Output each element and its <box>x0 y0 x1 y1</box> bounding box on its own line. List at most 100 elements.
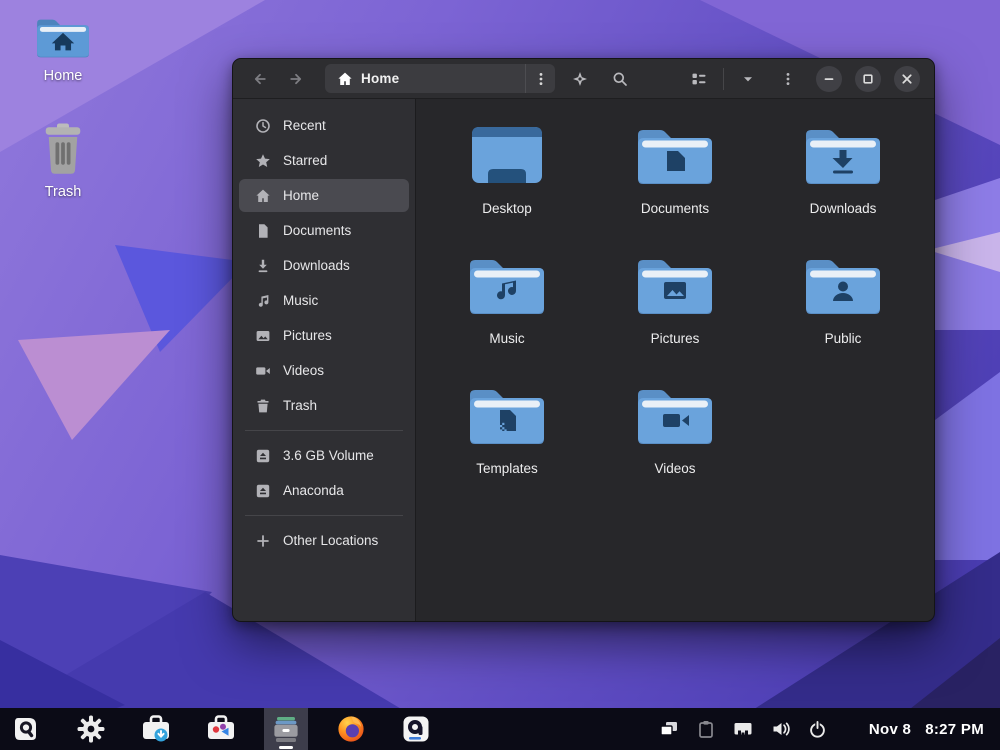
sidebar-item-label: Trash <box>283 398 317 413</box>
taskbar-app-installer[interactable] <box>394 708 438 750</box>
workspace-switcher-icon[interactable] <box>658 719 680 739</box>
folder-name: Templates <box>476 461 538 476</box>
maximize-button[interactable] <box>855 66 881 92</box>
kebab-menu-icon <box>533 71 549 87</box>
path-bar[interactable]: Home <box>325 64 555 93</box>
clock-icon <box>255 118 271 134</box>
sidebar-item-label: Recent <box>283 118 326 133</box>
system-tray <box>658 719 843 739</box>
view-toggle-button[interactable] <box>684 64 714 94</box>
folder-item-public[interactable]: Public <box>759 255 927 385</box>
desktop-icon-label: Home <box>44 68 83 84</box>
home-icon <box>337 71 353 87</box>
close-button[interactable] <box>894 66 920 92</box>
sidebar-item-label: Anaconda <box>283 483 344 498</box>
videocam-folder-icon <box>634 385 716 449</box>
toolbox-apps-icon <box>205 714 237 744</box>
arrow-left-icon <box>252 71 268 87</box>
maximize-icon <box>860 71 876 87</box>
sidebar-item-starred[interactable]: Starred <box>239 144 409 177</box>
sidebar: Recent Starred Home Documents Downloads … <box>233 99 416 621</box>
desktop-icon-home[interactable]: Home <box>21 16 105 84</box>
clock[interactable]: Nov 8 8:27 PM <box>869 721 1000 738</box>
folder-name: Music <box>489 331 524 346</box>
music-note-icon <box>255 293 271 309</box>
drive-icon <box>255 448 271 464</box>
taskbar-app-files[interactable] <box>264 708 308 750</box>
power-icon[interactable] <box>808 720 827 739</box>
headerbar: Home <box>233 59 934 99</box>
search-icon <box>612 71 628 87</box>
sidebar-item-volume-0[interactable]: 3.6 GB Volume <box>239 439 409 472</box>
star-location-button[interactable] <box>565 64 595 94</box>
sidebar-item-volume-1[interactable]: Anaconda <box>239 474 409 507</box>
folder-name: Videos <box>654 461 695 476</box>
sidebar-item-documents[interactable]: Documents <box>239 214 409 247</box>
folder-item-pictures[interactable]: Pictures <box>591 255 759 385</box>
list-view-icon <box>691 71 707 87</box>
taskbar-app-software-install[interactable] <box>134 708 178 750</box>
window-body: Recent Starred Home Documents Downloads … <box>233 99 934 621</box>
home-folder-icon <box>35 16 91 61</box>
path-menu-button[interactable] <box>525 64 555 93</box>
taskbar-app-software-store[interactable] <box>199 708 243 750</box>
date-label: Nov 8 <box>869 721 911 738</box>
close-icon <box>899 71 915 87</box>
network-icon[interactable] <box>732 720 754 738</box>
desktop-icon-label: Trash <box>45 184 82 200</box>
toolbox-download-icon <box>140 714 172 744</box>
sidebar-item-label: Starred <box>283 153 327 168</box>
minimize-button[interactable] <box>816 66 842 92</box>
sidebar-item-label: Downloads <box>283 258 350 273</box>
activities-search-icon <box>11 714 41 744</box>
folder-item-documents[interactable]: Documents <box>591 125 759 255</box>
sidebar-separator <box>245 515 403 516</box>
folder-item-videos[interactable]: Videos <box>591 385 759 515</box>
image-icon <box>255 328 271 344</box>
folder-name: Documents <box>641 201 709 216</box>
path-segment[interactable]: Home <box>325 71 525 87</box>
arrow-right-icon <box>288 71 304 87</box>
back-button[interactable] <box>247 66 273 92</box>
sidebar-item-pictures[interactable]: Pictures <box>239 319 409 352</box>
clipboard-icon[interactable] <box>697 719 715 739</box>
folder-name: Public <box>825 331 862 346</box>
sidebar-item-label: Pictures <box>283 328 332 343</box>
image-folder-icon <box>634 255 716 319</box>
desktop-folder-icon <box>466 125 548 189</box>
taskbar-app-firefox[interactable] <box>329 708 373 750</box>
volume-icon[interactable] <box>771 720 791 738</box>
drive-icon <box>255 483 271 499</box>
sidebar-item-downloads[interactable]: Downloads <box>239 249 409 282</box>
folder-grid: Desktop Documents Downloads Music Pictur… <box>423 125 928 515</box>
file-cabinet-icon <box>271 714 301 744</box>
folder-item-desktop[interactable]: Desktop <box>423 125 591 255</box>
document-icon <box>255 223 271 239</box>
taskbar-app-settings[interactable] <box>69 708 113 750</box>
sidebar-item-trash[interactable]: Trash <box>239 389 409 422</box>
divider <box>723 68 724 90</box>
folder-name: Pictures <box>651 331 700 346</box>
search-button[interactable] <box>605 64 635 94</box>
view-options-button[interactable] <box>733 64 763 94</box>
folder-item-downloads[interactable]: Downloads <box>759 125 927 255</box>
sidebar-item-label: Music <box>283 293 318 308</box>
time-label: 8:27 PM <box>925 721 984 738</box>
sidebar-item-music[interactable]: Music <box>239 284 409 317</box>
app-menu-button[interactable] <box>773 64 803 94</box>
forward-button[interactable] <box>283 66 309 92</box>
folder-item-templates[interactable]: Templates <box>423 385 591 515</box>
sidebar-item-videos[interactable]: Videos <box>239 354 409 387</box>
taskbar-app-activities[interactable] <box>4 708 48 750</box>
sidebar-item-other-locations[interactable]: Other Locations <box>239 524 409 557</box>
download-icon <box>255 258 271 274</box>
folder-item-music[interactable]: Music <box>423 255 591 385</box>
sidebar-separator <box>245 430 403 431</box>
template-folder-icon <box>466 385 548 449</box>
firefox-icon <box>336 714 366 744</box>
person-folder-icon <box>802 255 884 319</box>
sidebar-item-recent[interactable]: Recent <box>239 109 409 142</box>
video-camera-icon <box>255 363 271 379</box>
desktop-icon-trash[interactable]: Trash <box>21 121 105 200</box>
sidebar-item-home[interactable]: Home <box>239 179 409 212</box>
